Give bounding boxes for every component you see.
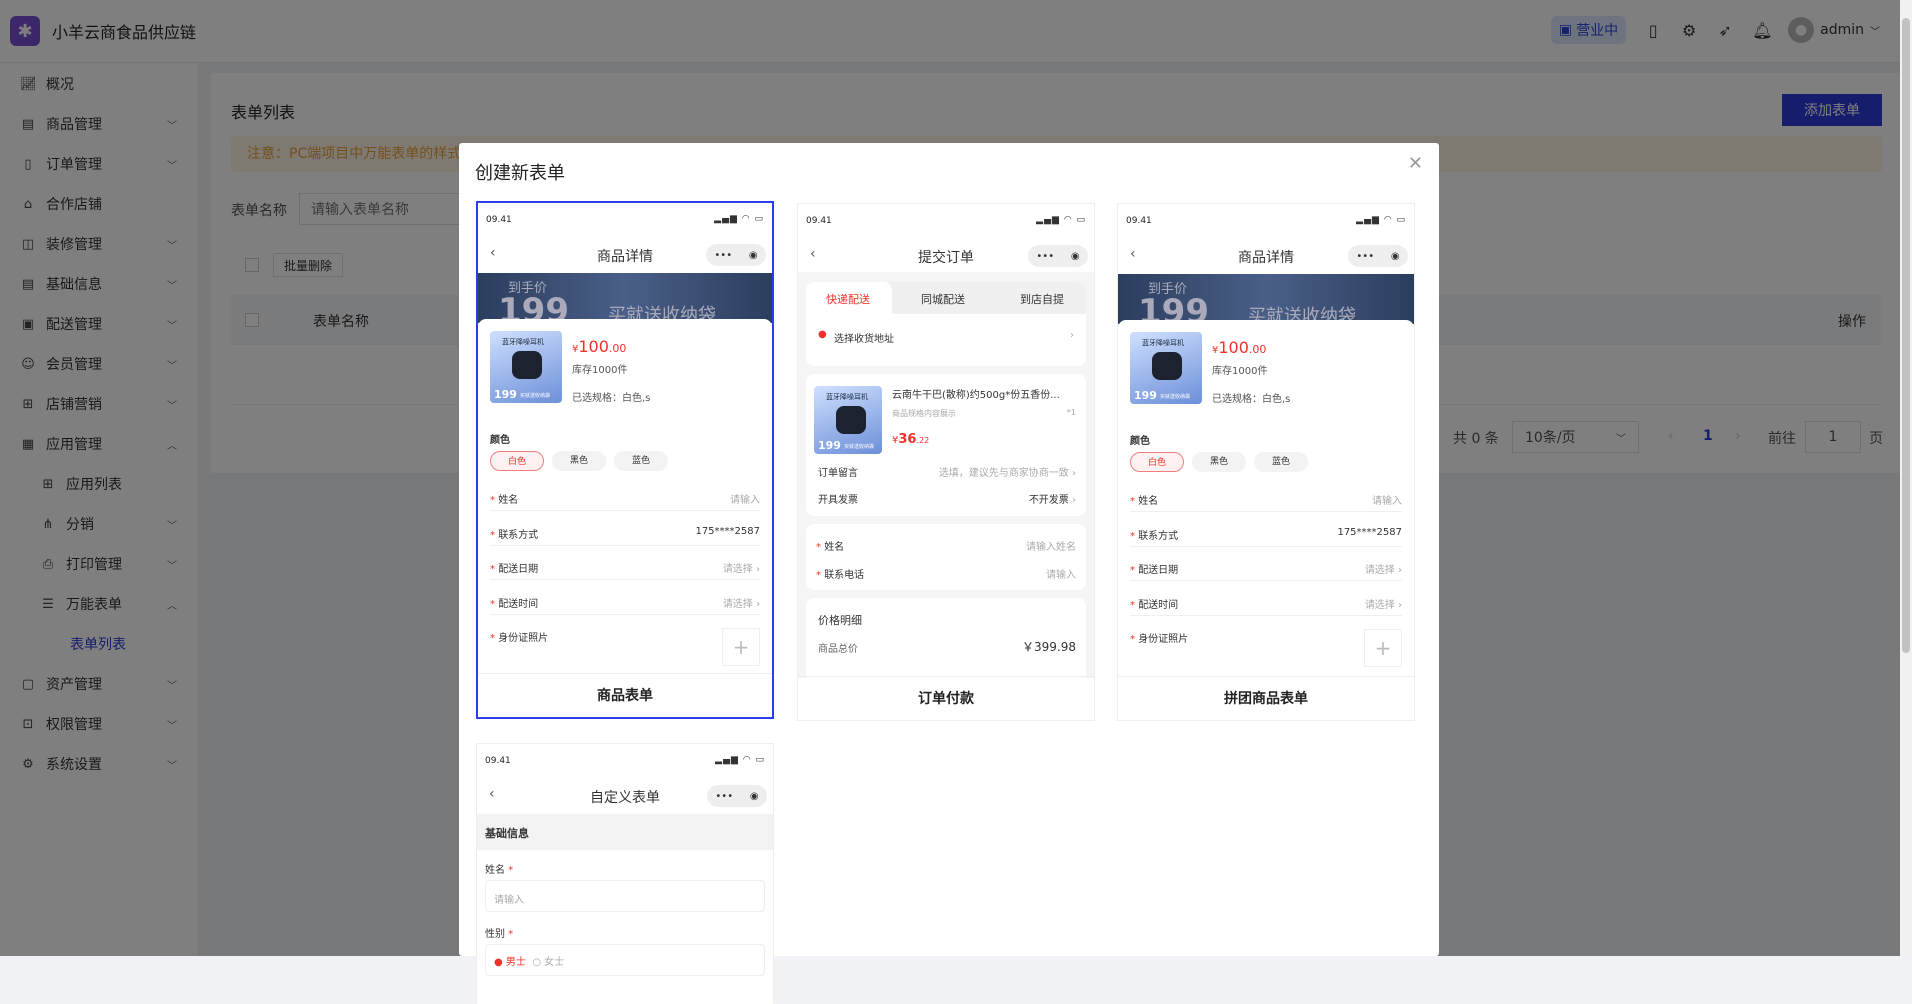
location-icon: ●: [818, 329, 827, 340]
signal-battery-icon: ▂▄▆ ◠ ▭: [714, 214, 764, 224]
field-row: * 身份证照片: [490, 633, 549, 644]
status-time: 09.41: [1126, 216, 1152, 226]
field-row: * 姓名 请输入: [490, 483, 760, 511]
name-input: 请输入: [485, 880, 765, 912]
status-time: 09.41: [486, 215, 512, 225]
upload-plus-icon: +: [1364, 629, 1402, 667]
product-price: ¥100.00: [572, 337, 627, 356]
delivery-tab: 同城配送: [921, 293, 965, 306]
color-chip: 白色: [490, 451, 544, 471]
item-spec: 商品规格内容展示: [892, 409, 956, 418]
stock-text: 库存1000件: [1212, 366, 1268, 377]
capsule-menu-icon: ••• ◉: [1348, 245, 1408, 267]
delivery-tab: 快递配送: [826, 293, 870, 306]
color-chip: 蓝色: [614, 451, 668, 471]
card-label: 拼团商品表单: [1118, 676, 1414, 720]
field-row: * 联系方式 175****2587: [1130, 519, 1402, 547]
address-text: 选择收货地址: [834, 334, 894, 345]
item-name: 云南牛干巴(散称)约500g*份五香份...: [892, 390, 1060, 401]
product-price: ¥100.00: [1212, 338, 1267, 357]
template-card-order[interactable]: 09.41 ▂▄▆ ◠ ▭ ‹ 提交订单 ••• ◉ 快递配送 同城配送 到店自提 ●…: [797, 203, 1095, 721]
total-value: ￥399.98: [1022, 640, 1076, 654]
field-row: * 联系方式 175****2587: [490, 518, 760, 546]
phone-preview: 09.41 ▂▄▆ ◠ ▭ ‹ 商品详情 ••• ◉ 到手价 199 买就送收纳袋 蓝牙降…: [1118, 204, 1414, 678]
card-label: 订单付款: [798, 676, 1094, 720]
price-detail-title: 价格明细: [818, 614, 862, 627]
phone-preview: 09.41 ▂▄▆ ◠ ▭ ‹ 提交订单 ••• ◉ 快递配送 同城配送 到店自提 ●…: [798, 204, 1094, 678]
field-row: * 身份证照片: [1130, 634, 1189, 645]
item-qty: *1: [1066, 408, 1076, 417]
invoice-label: 开具发票: [818, 495, 858, 506]
template-card-custom[interactable]: 09.41 ▂▄▆ ◠ ▭ ‹ 自定义表单 ••• ◉ 基础信息 姓名 * 请输入 性…: [476, 743, 774, 1004]
signal-battery-icon: ▂▄▆ ◠ ▭: [1036, 215, 1086, 225]
scrollbar-thumb[interactable]: [1902, 18, 1910, 653]
close-icon[interactable]: ✕: [1408, 153, 1423, 174]
dialog-title: 创建新表单: [475, 163, 565, 184]
color-title: 颜色: [490, 435, 510, 446]
product-image: 蓝牙降噪耳机 199 买就送收纳袋: [490, 331, 562, 403]
item-price: ¥36.22: [892, 432, 930, 447]
color-chip: 蓝色: [1254, 452, 1308, 472]
signal-battery-icon: ▂▄▆ ◠ ▭: [715, 755, 765, 765]
name-label: 姓名: [824, 542, 845, 553]
phone-preview: 09.41 ▂▄▆ ◠ ▭ ‹ 商品详情 ••• ◉ 到手价 199 买就送收纳袋 蓝牙降…: [478, 203, 772, 677]
status-time: 09.41: [806, 216, 832, 226]
phone-label: 联系电话: [824, 570, 865, 581]
color-chip: 白色: [1130, 452, 1184, 472]
name-placeholder: 请输入姓名: [1026, 542, 1076, 553]
phone-placeholder: 请输入: [1046, 570, 1076, 581]
spec-text: 已选规格：白色,s: [572, 393, 651, 404]
create-form-dialog: 创建新表单 ✕ 09.41 ▂▄▆ ◠ ▭ ‹ 商品详情 ••• ◉ 到手价 199 买就…: [459, 143, 1439, 1004]
invoice-value: 不开发票: [1028, 495, 1069, 506]
field-row: * 姓名 请输入: [1130, 484, 1402, 512]
capsule-menu-icon: ••• ◉: [706, 244, 766, 266]
scrollbar[interactable]: [1900, 0, 1912, 956]
stock-text: 库存1000件: [572, 365, 628, 376]
capsule-menu-icon: ••• ◉: [707, 785, 767, 807]
field-row: * 配送时间 请选择 ›: [1130, 588, 1402, 616]
remark-value: 选填，建议先与商家协商一致: [938, 468, 1069, 479]
product-image: 蓝牙降噪耳机 199 买就送收纳袋: [1130, 332, 1202, 404]
field-row: * 配送时间 请选择 ›: [490, 587, 760, 615]
color-chip: 黑色: [552, 451, 606, 471]
spec-text: 已选规格：白色,s: [1212, 394, 1291, 405]
card-label: 商品表单: [478, 673, 772, 717]
phone-preview: 09.41 ▂▄▆ ◠ ▭ ‹ 自定义表单 ••• ◉ 基础信息 姓名 * 请输入 性…: [477, 744, 773, 1004]
product-image: 蓝牙降噪耳机 199 买就送收纳袋: [814, 386, 882, 454]
field-row: * 配送日期 请选择 ›: [1130, 553, 1402, 581]
capsule-menu-icon: ••• ◉: [1028, 245, 1088, 267]
template-card-product[interactable]: 09.41 ▂▄▆ ◠ ▭ ‹ 商品详情 ••• ◉ 到手价 199 买就送收纳袋 蓝牙降…: [476, 201, 774, 719]
remark-label: 订单留言: [818, 468, 858, 479]
product-banner: 到手价 199 买就送收纳袋: [478, 273, 772, 323]
product-banner: 到手价 199 买就送收纳袋: [1118, 274, 1414, 324]
signal-battery-icon: ▂▄▆ ◠ ▭: [1356, 215, 1406, 225]
color-title: 颜色: [1130, 436, 1150, 447]
template-card-groupbuy[interactable]: 09.41 ▂▄▆ ◠ ▭ ‹ 商品详情 ••• ◉ 到手价 199 买就送收纳袋 蓝牙降…: [1117, 203, 1415, 721]
section-title: 基础信息: [485, 827, 529, 840]
name-label: 姓名: [485, 865, 505, 876]
gender-label: 性别: [485, 929, 505, 940]
upload-plus-icon: +: [722, 628, 760, 666]
total-label: 商品总价: [818, 644, 858, 655]
field-row: * 配送日期 请选择 ›: [490, 552, 760, 580]
delivery-tab: 到店自提: [1020, 293, 1064, 306]
status-time: 09.41: [485, 756, 511, 766]
color-chip: 黑色: [1192, 452, 1246, 472]
gender-radio-group: ● 男士 ○ 女士: [485, 944, 765, 976]
